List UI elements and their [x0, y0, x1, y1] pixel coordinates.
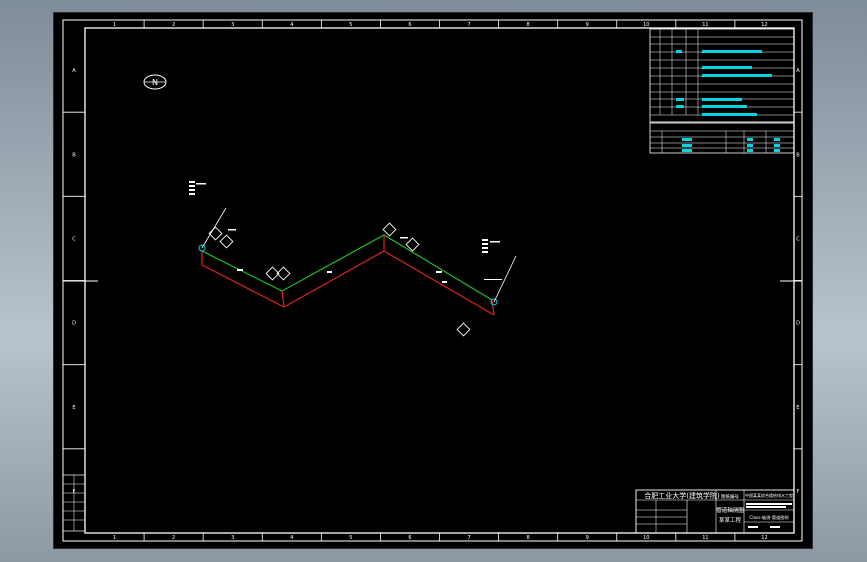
drawing-type: Class-轴测-管道图例 — [749, 514, 788, 521]
column-label: 9 — [586, 535, 589, 541]
legend-table — [649, 122, 795, 154]
riser-label-left — [189, 181, 206, 195]
column-label: 1 — [113, 535, 116, 541]
north-label: N — [152, 78, 158, 87]
pipe-annotations — [228, 229, 447, 283]
row-label: A — [72, 68, 76, 74]
column-label: 5 — [349, 535, 352, 541]
row-label: A — [796, 68, 800, 74]
column-label: 1 — [113, 22, 116, 28]
row-label: F — [797, 489, 800, 495]
column-label: 3 — [231, 22, 234, 28]
row-label: E — [72, 405, 75, 411]
sheet-inner-border — [84, 27, 795, 534]
row-label: E — [796, 405, 799, 411]
pipe-system[interactable] — [189, 181, 517, 337]
column-label: 11 — [702, 535, 708, 541]
sheet-outer-border — [62, 19, 803, 542]
column-label: 11 — [702, 22, 708, 28]
project-sub: 某某工程 — [719, 516, 742, 524]
column-label: 7 — [467, 535, 470, 541]
north-arrow-icon: N — [143, 74, 167, 90]
row-zone-markers: AABBCCDDEEFF — [63, 68, 802, 495]
drawing-canvas[interactable]: 112233445566778899101011111212 A AB BC CD DE… — [54, 13, 812, 548]
project-name: 中国某某综合楼给排水工程 — [745, 492, 793, 498]
valve-tag-icon[interactable] — [208, 222, 471, 337]
column-label: 7 — [467, 22, 470, 28]
column-label: 3 — [231, 535, 234, 541]
column-label: 12 — [761, 22, 767, 28]
row-label: D — [796, 321, 800, 327]
title-block: 合肥工业大学(建筑学院) 图纸编号 中国某某综合楼给排水工程 管道轴测图 某某工… — [635, 489, 795, 534]
column-label: 8 — [527, 535, 530, 541]
row-label: C — [796, 236, 800, 242]
row-label: B — [72, 152, 76, 158]
cold-water-pipe[interactable] — [201, 234, 493, 301]
revision-mini-table — [62, 474, 86, 532]
column-label: 4 — [290, 22, 293, 28]
column-label: 10 — [643, 22, 649, 28]
riser-right[interactable] — [491, 299, 495, 316]
column-label: 2 — [172, 535, 175, 541]
notes-table — [649, 28, 795, 123]
column-zone-markers: 112233445566778899101011111212 — [113, 20, 768, 541]
column-label: 10 — [643, 535, 649, 541]
column-label: 5 — [349, 22, 352, 28]
drawing-title: 管道轴测图 — [716, 506, 744, 514]
school-name: 合肥工业大学(建筑学院) — [644, 491, 720, 500]
column-label: 8 — [527, 22, 530, 28]
row-label: B — [796, 152, 800, 158]
row-label: C — [72, 236, 76, 242]
column-label: 12 — [761, 535, 767, 541]
column-label: 4 — [290, 535, 293, 541]
riser-label-right — [482, 239, 502, 280]
column-label: 2 — [172, 22, 175, 28]
sheet-number: 图纸编号 — [721, 493, 739, 500]
cad-viewport[interactable]: 1 1 2 2 3 3 4 4 5 5 6 6 7 7 8 8 9 9 10 10 11 11 12 12 AABBCCDDE… — [54, 13, 812, 548]
column-label: 6 — [408, 22, 411, 28]
row-label: D — [72, 321, 76, 327]
column-label: 9 — [586, 22, 589, 28]
column-label: 6 — [408, 535, 411, 541]
hot-water-pipe[interactable] — [201, 250, 495, 316]
riser-mid-low[interactable] — [281, 290, 285, 308]
